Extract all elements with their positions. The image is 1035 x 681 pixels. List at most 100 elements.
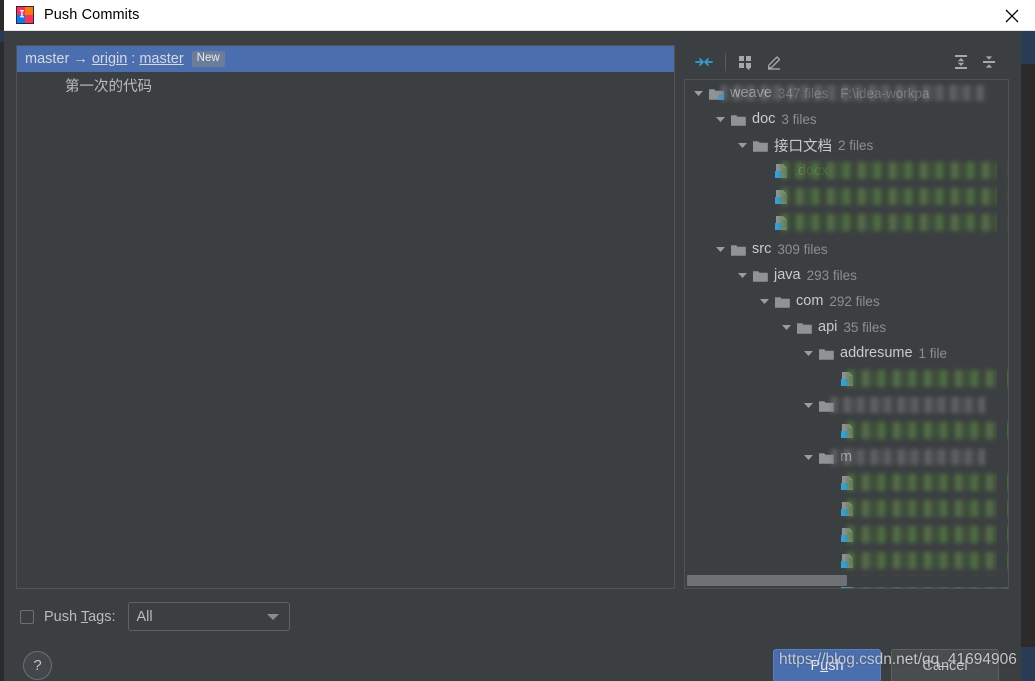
file-icon (840, 553, 855, 569)
chevron-down-icon[interactable] (801, 398, 815, 412)
chevron-down-icon[interactable] (713, 242, 727, 256)
push-commits-dialog: Push Commits master → origin : master Ne… (0, 0, 1035, 681)
top-strip-right-accent (1021, 31, 1035, 42)
tree-node-file-count: 3 files (781, 111, 817, 127)
target-branch-link[interactable]: master (139, 51, 183, 67)
changed-files-panel: weave 347 files F:\idea-workpa doc 3 files 接口… (684, 45, 1009, 589)
tree-row[interactable]: 接口文档 2 files (685, 132, 1008, 158)
redacted-text-overlay (781, 214, 1008, 231)
tree-node-name: java (774, 267, 801, 283)
close-icon[interactable] (989, 0, 1035, 31)
tree-row[interactable]: m (685, 444, 1008, 470)
commit-message-row[interactable]: 第一次的代码 (17, 72, 674, 98)
tree-row[interactable] (685, 418, 1008, 444)
tree-node-file-count: 293 files (806, 267, 857, 283)
push-tags-checkbox[interactable] (20, 609, 34, 624)
tree-row[interactable]: api 35 files (685, 314, 1008, 340)
push-button[interactable]: Pu sh (773, 649, 881, 681)
collapse-all-icon[interactable] (975, 49, 1003, 75)
redacted-text-overlay (847, 552, 1008, 569)
tree-rows-container: weave 347 files F:\idea-workpa doc 3 files 接口… (685, 80, 1008, 588)
chevron-down-icon[interactable] (757, 294, 771, 308)
file-icon (840, 475, 855, 491)
file-icon (774, 189, 789, 205)
help-button[interactable]: ? (23, 651, 52, 680)
top-strip (4, 31, 1035, 42)
new-branch-badge: New (191, 51, 225, 67)
folder-icon (818, 398, 835, 413)
tree-node-name: m (840, 449, 853, 465)
chevron-down-icon[interactable] (801, 346, 815, 360)
tree-node-file-count: 309 files (777, 241, 828, 257)
tree-node-file-count: 2 files (838, 137, 874, 153)
chevron-down-icon[interactable] (779, 320, 793, 334)
tree-node-name: .docx (794, 163, 829, 179)
tree-row[interactable]: weave 347 files F:\idea-workpa (685, 80, 1008, 106)
branch-separator: : (131, 51, 136, 67)
tree-node-file-count: 347 files (777, 85, 829, 101)
redacted-text-overlay (847, 474, 1008, 491)
chevron-down-icon[interactable] (691, 86, 705, 100)
tree-row[interactable]: src 309 files (685, 236, 1008, 262)
file-icon (774, 163, 789, 179)
tree-row[interactable] (685, 184, 1008, 210)
tree-horizontal-scrollbar-thumb[interactable] (687, 575, 847, 586)
dialog-content: master → origin : master New 第一次的代码 weav… (4, 42, 1021, 681)
redacted-text-overlay (847, 526, 1008, 543)
tree-node-path: F:\idea-workpa (840, 85, 930, 101)
tree-node-name: api (818, 319, 838, 335)
tree-horizontal-scrollbar-track[interactable] (686, 575, 1008, 587)
folder-icon (796, 320, 813, 335)
push-tags-label: Push Tags: (44, 608, 116, 625)
tree-row[interactable]: addresume 1 file (685, 340, 1008, 366)
folder-icon (708, 86, 725, 101)
changed-files-tree[interactable]: weave 347 files F:\idea-workpa doc 3 files 接口… (684, 79, 1009, 589)
toolbar-separator (725, 53, 726, 71)
window-right-edge (1021, 42, 1035, 681)
push-options-row: Push Tags: All (20, 602, 290, 631)
file-icon (840, 527, 855, 543)
folder-icon (752, 138, 769, 153)
folder-icon (730, 112, 747, 127)
commits-list-panel[interactable]: master → origin : master New 第一次的代码 (16, 45, 675, 589)
tree-node-file-count: 292 files (829, 293, 880, 309)
group-by-icon[interactable] (733, 49, 761, 75)
tree-row[interactable]: .docx (685, 158, 1008, 184)
branch-push-spec-row[interactable]: master → origin : master New (17, 46, 674, 72)
tree-vertical-scrollbar[interactable] (997, 81, 1007, 577)
tree-row[interactable] (685, 522, 1008, 548)
tree-row[interactable]: java 293 files (685, 262, 1008, 288)
tree-row[interactable] (685, 548, 1008, 574)
remote-name-link[interactable]: origin (92, 51, 127, 67)
chevron-down-icon[interactable] (735, 268, 749, 282)
tree-row[interactable] (685, 392, 1008, 418)
tree-node-file-count: 35 files (843, 319, 887, 335)
push-tags-select[interactable]: All (127, 602, 290, 631)
title-bar: Push Commits (4, 0, 1035, 31)
tree-row[interactable]: doc 3 files (685, 106, 1008, 132)
cancel-button[interactable]: Cancel (891, 649, 999, 681)
edit-source-icon[interactable] (761, 49, 789, 75)
window-right-edge-accent-bottom (1021, 647, 1035, 681)
tree-node-name: doc (752, 111, 776, 127)
chevron-down-icon[interactable] (735, 138, 749, 152)
tree-node-file-count: 1 file (918, 345, 948, 361)
redacted-text-overlay (847, 422, 1008, 439)
tree-node-name: com (796, 293, 824, 309)
tree-node-name: addresume (840, 345, 913, 361)
source-branch-label: master (25, 51, 70, 67)
folder-icon (752, 268, 769, 283)
tree-row[interactable]: com 292 files (685, 288, 1008, 314)
file-icon (840, 371, 855, 387)
tree-row[interactable] (685, 496, 1008, 522)
folder-icon (818, 346, 835, 361)
chevron-down-icon[interactable] (801, 450, 815, 464)
chevron-down-icon[interactable] (713, 112, 727, 126)
redacted-text-overlay (847, 370, 1008, 387)
show-diff-icon[interactable] (690, 49, 718, 75)
tree-row[interactable] (685, 210, 1008, 236)
tree-row[interactable] (685, 470, 1008, 496)
folder-icon (774, 294, 791, 309)
tree-row[interactable] (685, 366, 1008, 392)
expand-all-icon[interactable] (947, 49, 975, 75)
